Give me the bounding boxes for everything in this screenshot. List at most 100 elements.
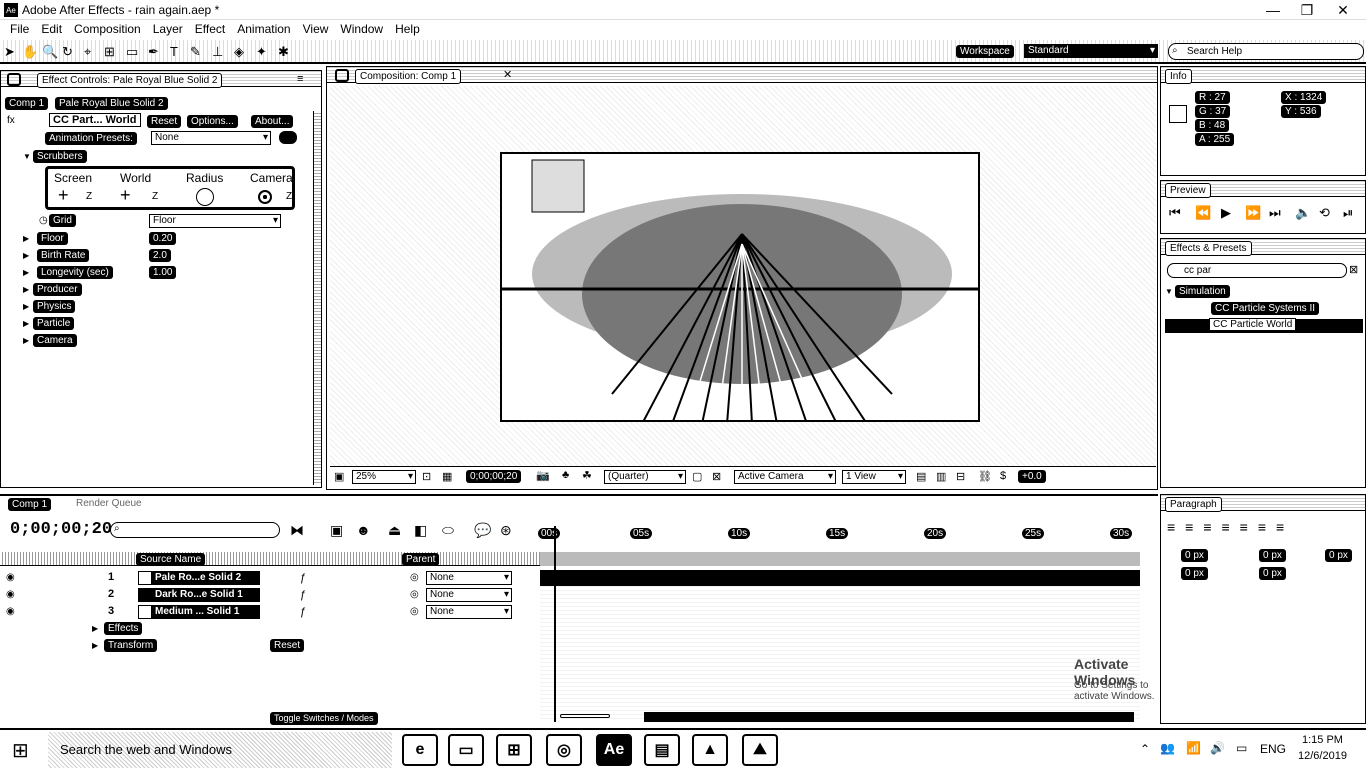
- longevity-expand-icon[interactable]: ▶: [23, 268, 29, 277]
- frame-blending-icon[interactable]: ⏏: [388, 522, 401, 539]
- layer-row-2[interactable]: ◉ 2 Dark Ro...e Solid 1 ƒ ◎ None: [0, 587, 535, 604]
- loop-icon[interactable]: ⟲: [1319, 205, 1330, 221]
- language-indicator[interactable]: ENG: [1260, 742, 1286, 756]
- longevity-value[interactable]: 1.00: [149, 266, 177, 279]
- group-producer[interactable]: Producer: [33, 283, 82, 296]
- effect-name[interactable]: CC Part... World: [49, 113, 141, 127]
- people-icon[interactable]: 👥: [1160, 741, 1175, 755]
- scrubbers-expand-icon[interactable]: ▼: [23, 152, 31, 161]
- resolution-select[interactable]: (Quarter): [604, 470, 686, 484]
- layer-3-fx-icon[interactable]: ƒ: [300, 606, 306, 618]
- visibility-eye-icon[interactable]: ◉: [6, 589, 15, 600]
- wifi-icon[interactable]: 📶: [1186, 741, 1201, 755]
- camera-orbit-icon[interactable]: [258, 190, 272, 204]
- selection-tool-icon[interactable]: ➤: [4, 44, 15, 60]
- pen-tool-icon[interactable]: ✒: [148, 44, 159, 60]
- workspace-select[interactable]: Standard: [1024, 44, 1158, 58]
- exposure-value[interactable]: +0.0: [1018, 470, 1046, 483]
- camera-expand-icon[interactable]: ▶: [23, 336, 29, 345]
- comp-chip[interactable]: Comp 1: [347, 91, 391, 104]
- clear-search-icon[interactable]: ⊠: [1349, 263, 1358, 276]
- brush-tool-icon[interactable]: ✎: [190, 44, 201, 60]
- layer-2-pickwhip-icon[interactable]: ◎: [410, 589, 419, 600]
- tab-paragraph[interactable]: Paragraph: [1165, 497, 1222, 512]
- camera-z-label[interactable]: Z: [286, 191, 292, 202]
- media-app-icon[interactable]: ◎: [546, 734, 582, 766]
- playhead[interactable]: [554, 526, 556, 722]
- draft-3d-icon[interactable]: ▣: [330, 522, 343, 539]
- hand-tool-icon[interactable]: ✋: [22, 44, 38, 60]
- show-snapshot-icon[interactable]: ♣: [562, 469, 569, 481]
- indent-first-value[interactable]: 0 px: [1325, 549, 1352, 562]
- layer-2-color-label[interactable]: [138, 588, 152, 602]
- particle-expand-icon[interactable]: ▶: [23, 319, 29, 328]
- hide-shy-icon[interactable]: ☻: [356, 522, 371, 538]
- resolution-icon[interactable]: ⊡: [422, 470, 431, 483]
- options-button[interactable]: Options...: [187, 115, 238, 128]
- motion-blur-icon[interactable]: ◧: [414, 522, 427, 539]
- layer-row-3[interactable]: ◉ 3 Medium ... Solid 1 ƒ ◎ None: [0, 604, 535, 621]
- layer-transform-group[interactable]: Transform: [104, 639, 158, 652]
- after-effects-taskbar-icon[interactable]: Ae: [596, 734, 632, 766]
- simulation-category[interactable]: Simulation: [1175, 285, 1230, 298]
- tab-preview[interactable]: Preview: [1165, 183, 1211, 198]
- layer-2-fx-icon[interactable]: ƒ: [300, 589, 306, 601]
- ram-preview-icon[interactable]: ⏯: [1343, 205, 1353, 221]
- rotate-tool-icon[interactable]: ↻: [62, 44, 73, 60]
- effect-cc-particle-systems[interactable]: CC Particle Systems II: [1211, 302, 1320, 315]
- color-channel-icon[interactable]: ☘: [582, 469, 592, 482]
- first-frame-icon[interactable]: ⏮: [1169, 205, 1181, 221]
- pan-tool-icon[interactable]: ⊞: [104, 44, 115, 60]
- toggle-switches-modes-button[interactable]: Toggle Switches / Modes: [270, 712, 378, 725]
- tab-effect-controls[interactable]: Effect Controls: Pale Royal Blue Solid 2: [37, 73, 223, 88]
- zoom-select[interactable]: 25%: [352, 470, 416, 484]
- live-update-icon[interactable]: ⊛: [500, 522, 512, 539]
- camera-tool-icon[interactable]: ⌖: [84, 44, 91, 60]
- zoom-tool-icon[interactable]: 🔍: [42, 44, 58, 60]
- grid-guides-icon[interactable]: ▦: [442, 470, 452, 483]
- windows-start-icon[interactable]: ⊞: [12, 738, 29, 763]
- taskbar-search-box[interactable]: Search the web and Windows: [48, 732, 392, 768]
- snapshot-icon[interactable]: 📷: [536, 469, 550, 482]
- layer-3-name[interactable]: Medium ... Solid 1: [152, 605, 260, 619]
- volume-icon[interactable]: 🔊: [1210, 741, 1225, 755]
- layer-2-parent-select[interactable]: None: [426, 588, 512, 602]
- exposure-icon[interactable]: $: [1000, 470, 1006, 482]
- camera-select[interactable]: Active Camera: [734, 470, 836, 484]
- layer-1-fx-icon[interactable]: ƒ: [300, 572, 306, 584]
- indent-right-value[interactable]: 0 px: [1259, 549, 1286, 562]
- menu-window[interactable]: Window: [334, 20, 389, 38]
- roto-tool-icon[interactable]: ✦: [256, 44, 267, 60]
- edge-browser-icon[interactable]: e: [402, 734, 438, 766]
- region-of-interest-icon[interactable]: ▢: [692, 470, 702, 483]
- mask-tool-icon[interactable]: ▭: [126, 44, 138, 60]
- transform-expand-icon[interactable]: ▶: [92, 641, 98, 650]
- brainstorm-icon[interactable]: 💬: [474, 522, 491, 539]
- file-explorer-icon[interactable]: ▭: [448, 734, 484, 766]
- stopwatch-grid-icon[interactable]: ◷: [39, 215, 48, 226]
- battery-icon[interactable]: ▭: [1236, 741, 1247, 755]
- time-ruler[interactable]: 00s 05s 10s 15s 20s 25s 30s: [538, 528, 1136, 542]
- visibility-eye-icon[interactable]: ◉: [6, 572, 15, 583]
- viewer-timecode[interactable]: 0;00;00;20: [466, 470, 522, 483]
- work-area-bar[interactable]: [540, 552, 1140, 566]
- producer-expand-icon[interactable]: ▶: [23, 285, 29, 294]
- group-physics[interactable]: Physics: [33, 300, 76, 313]
- tab-effects-presets[interactable]: Effects & Presets: [1165, 241, 1252, 256]
- menu-effect[interactable]: Effect: [189, 20, 231, 38]
- fast-preview-icon[interactable]: ▥: [936, 470, 946, 483]
- puppet-tool-icon[interactable]: ✱: [278, 44, 289, 60]
- layer-3-parent-select[interactable]: None: [426, 605, 512, 619]
- view-layout-select[interactable]: 1 View: [842, 470, 906, 484]
- reset-button[interactable]: Reset: [147, 115, 182, 128]
- comp-mini-flowchart-icon[interactable]: ⧓: [290, 522, 304, 539]
- timeline-zoom-slider[interactable]: [560, 714, 610, 718]
- comp-lock-icon[interactable]: [335, 69, 349, 82]
- about-button[interactable]: About...: [251, 115, 294, 128]
- visibility-eye-icon[interactable]: ◉: [6, 606, 15, 617]
- timeline-timecode[interactable]: 0;00;00;20: [10, 520, 112, 539]
- menu-layer[interactable]: Layer: [147, 20, 189, 38]
- space-before-value[interactable]: 0 px: [1181, 567, 1208, 580]
- clock-time[interactable]: 1:15 PM: [1302, 734, 1343, 746]
- world-crosshair-icon[interactable]: +: [120, 185, 131, 206]
